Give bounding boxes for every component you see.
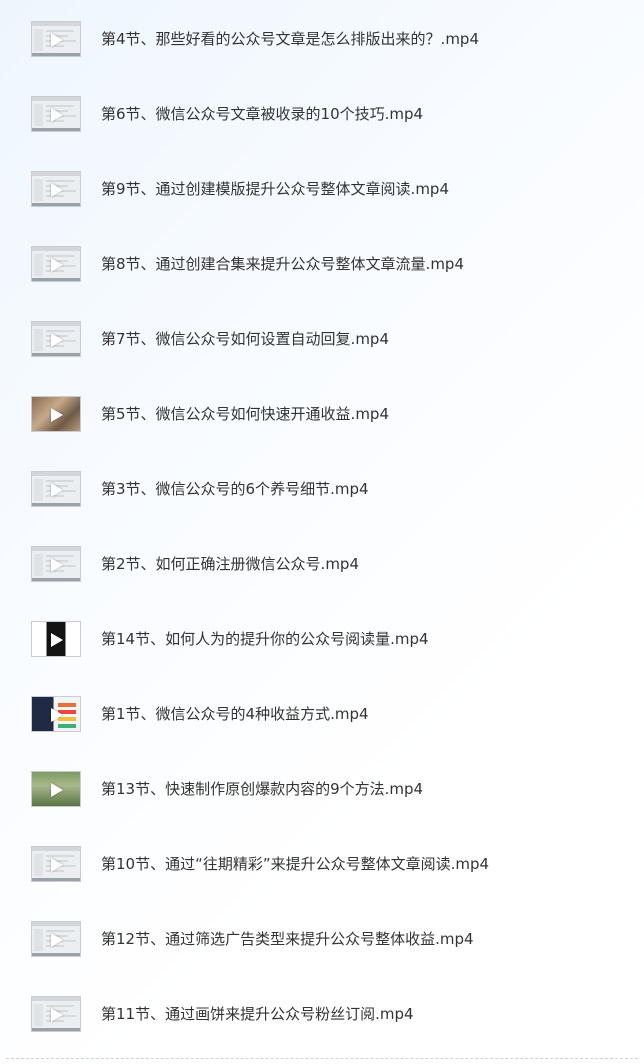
video-thumbnail[interactable] (31, 696, 81, 732)
video-thumbnail[interactable] (31, 21, 81, 57)
video-file-row[interactable]: 第12节、通过筛选广告类型来提升公众号整体收益.mp4 (0, 902, 644, 977)
video-file-row[interactable]: 第9节、通过创建模版提升公众号整体文章阅读.mp4 (0, 152, 644, 227)
video-thumbnail[interactable] (31, 471, 81, 507)
video-file-row[interactable]: 第13节、快速制作原创爆款内容的9个方法.mp4 (0, 752, 644, 827)
video-file-name[interactable]: 第8节、通过创建合集来提升公众号整体文章流量.mp4 (101, 227, 464, 302)
video-thumbnail[interactable] (31, 171, 81, 207)
play-icon (51, 858, 63, 872)
bottom-divider (6, 1058, 638, 1059)
video-file-name[interactable]: 第9节、通过创建模版提升公众号整体文章阅读.mp4 (101, 152, 449, 227)
play-icon (51, 108, 63, 122)
video-file-name[interactable]: 第3节、微信公众号的6个养号细节.mp4 (101, 452, 369, 527)
video-file-row[interactable]: 第11节、通过画饼来提升公众号粉丝订阅.mp4 (0, 977, 644, 1052)
play-icon (51, 708, 63, 722)
play-icon (51, 333, 63, 347)
video-thumbnail[interactable] (31, 246, 81, 282)
video-file-row[interactable]: 第4节、那些好看的公众号文章是怎么排版出来的？.mp4 (0, 2, 644, 77)
video-thumbnail[interactable] (31, 321, 81, 357)
video-file-name[interactable]: 第14节、如何人为的提升你的公众号阅读量.mp4 (101, 602, 429, 677)
video-file-name[interactable]: 第11节、通过画饼来提升公众号粉丝订阅.mp4 (101, 977, 414, 1052)
video-file-name[interactable]: 第4节、那些好看的公众号文章是怎么排版出来的？.mp4 (101, 2, 479, 77)
play-icon (51, 483, 63, 497)
video-thumbnail[interactable] (31, 96, 81, 132)
video-file-name[interactable]: 第5节、微信公众号如何快速开通收益.mp4 (101, 377, 389, 452)
video-thumbnail[interactable] (31, 921, 81, 957)
video-file-name[interactable]: 第7节、微信公众号如何设置自动回复.mp4 (101, 302, 389, 377)
video-file-row[interactable]: 第1节、微信公众号的4种收益方式.mp4 (0, 677, 644, 752)
video-thumbnail[interactable] (31, 996, 81, 1032)
video-file-name[interactable]: 第1节、微信公众号的4种收益方式.mp4 (101, 677, 369, 752)
video-file-name[interactable]: 第12节、通过筛选广告类型来提升公众号整体收益.mp4 (101, 902, 474, 977)
video-thumbnail[interactable] (31, 846, 81, 882)
play-icon (51, 258, 63, 272)
video-file-name[interactable]: 第13节、快速制作原创爆款内容的9个方法.mp4 (101, 752, 423, 827)
play-icon (51, 183, 63, 197)
play-icon (51, 783, 63, 797)
video-file-row[interactable]: 第3节、微信公众号的6个养号细节.mp4 (0, 452, 644, 527)
play-icon (51, 558, 63, 572)
video-thumbnail[interactable] (31, 771, 81, 807)
video-file-row[interactable]: 第14节、如何人为的提升你的公众号阅读量.mp4 (0, 602, 644, 677)
video-thumbnail[interactable] (31, 396, 81, 432)
video-file-row[interactable]: 第5节、微信公众号如何快速开通收益.mp4 (0, 377, 644, 452)
video-file-row[interactable]: 第6节、微信公众号文章被收录的10个技巧.mp4 (0, 77, 644, 152)
video-file-name[interactable]: 第10节、通过“往期精彩”来提升公众号整体文章阅读.mp4 (101, 827, 489, 902)
video-thumbnail[interactable] (31, 621, 81, 657)
play-icon (51, 408, 63, 422)
video-file-row[interactable]: 第7节、微信公众号如何设置自动回复.mp4 (0, 302, 644, 377)
video-file-row[interactable]: 第8节、通过创建合集来提升公众号整体文章流量.mp4 (0, 227, 644, 302)
video-thumbnail[interactable] (31, 546, 81, 582)
play-icon (51, 933, 63, 947)
play-icon (51, 633, 63, 647)
video-file-name[interactable]: 第6节、微信公众号文章被收录的10个技巧.mp4 (101, 77, 423, 152)
video-file-row[interactable]: 第10节、通过“往期精彩”来提升公众号整体文章阅读.mp4 (0, 827, 644, 902)
video-file-row[interactable]: 第2节、如何正确注册微信公众号.mp4 (0, 527, 644, 602)
play-icon (51, 1008, 63, 1022)
video-file-name[interactable]: 第2节、如何正确注册微信公众号.mp4 (101, 527, 359, 602)
play-icon (51, 33, 63, 47)
